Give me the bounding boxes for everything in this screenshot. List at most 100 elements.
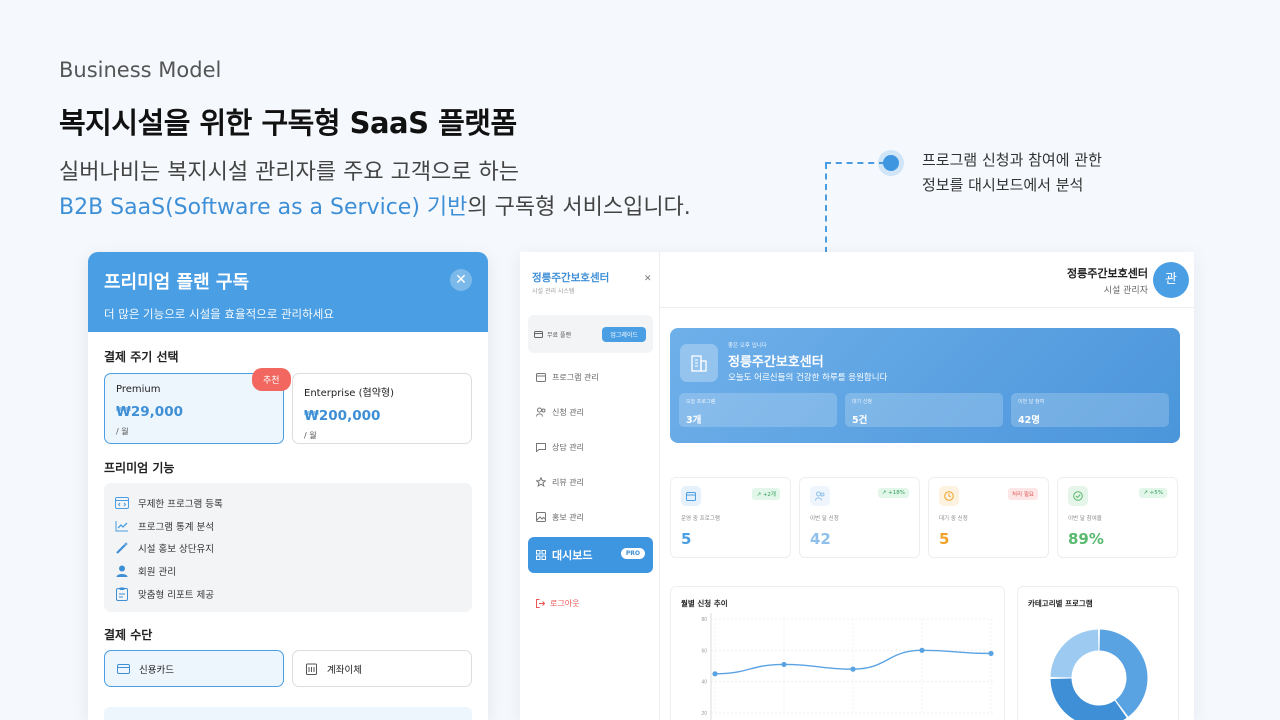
subtitle-rest: 의 구독형 서비스입니다. (467, 195, 691, 220)
kpi-change: +5% (1149, 490, 1163, 496)
banner-subtitle: 오늘도 어르신들의 건강한 하루를 응원합니다 (728, 373, 888, 383)
line-chart: 80 60 40 20 (701, 613, 994, 720)
trend-chart-icon (114, 518, 130, 534)
user-icon (114, 563, 130, 579)
topbar: 정릉주간보호센터 시설 관리자 관 (660, 252, 1194, 308)
sidebar-item-promotion[interactable]: 홍보 관리 (536, 507, 651, 527)
sidebar-plan-label: 무료 플랜 (547, 331, 571, 339)
upgrade-button[interactable]: 업그레이드 (602, 327, 646, 342)
kpi-change: +18% (888, 490, 905, 496)
kpi-change-badge: ↗ +2개 (752, 488, 780, 500)
sidebar-item-programs[interactable]: 프로그램 관리 (536, 367, 651, 387)
callout-line-2: 정보를 대시보드에서 분석 (922, 176, 1084, 194)
data-point[interactable] (850, 666, 856, 672)
banner-stat: 대기 신청 5건 (845, 393, 1003, 427)
modal-title: 프리미엄 플랜 구독 (104, 272, 250, 293)
kpi-card-pending[interactable]: 처리 필요 대기 중 신청 5 (928, 477, 1049, 558)
users-icon (536, 407, 546, 417)
plan-price: ₩200,000 (304, 408, 381, 424)
card-icon (534, 330, 543, 338)
callout-text: 프로그램 신청과 참여에 관한 정보를 대시보드에서 분석 (922, 148, 1102, 198)
credit-card-icon (117, 662, 131, 676)
banner-title: 정릉주간보호센터 (728, 355, 824, 370)
payment-card-option[interactable]: 신용카드 (104, 650, 284, 687)
sidebar-brand: 정릉주간보호센터 (532, 272, 610, 284)
calendar-icon (681, 486, 701, 506)
kpi-change-badge: ↗ +5% (1139, 488, 1167, 498)
stat-value: 5건 (852, 415, 868, 426)
callout-line-1: 프로그램 신청과 참여에 관한 (922, 151, 1102, 169)
feature-label: 무제한 프로그램 등록 (138, 499, 223, 511)
clipboard-icon (114, 586, 130, 602)
feature-label: 프로그램 통계 분석 (138, 521, 214, 533)
feature-label: 회원 관리 (138, 567, 176, 579)
kpi-change: +2개 (762, 492, 776, 498)
y-tick-label: 40 (701, 680, 707, 686)
feature-item: 맞춤형 리포트 제공 (114, 582, 462, 605)
star-icon (536, 477, 546, 487)
y-tick-label: 20 (701, 711, 707, 717)
banner-stat: 오늘 프로그램 3개 (679, 393, 837, 427)
callout-dot (883, 155, 899, 171)
features-section-title: 프리미엄 기능 (104, 461, 175, 475)
sidebar-item-applications[interactable]: 신청 관리 (536, 402, 651, 422)
greeting-text: 좋은 오후 입니다 (728, 343, 767, 349)
kpi-value: 42 (810, 530, 831, 548)
data-point[interactable] (712, 671, 718, 677)
monthly-applications-panel: 월별 신청 추이 80 60 40 20 (670, 586, 1005, 720)
data-point[interactable] (988, 650, 994, 657)
kpi-label: 이번 달 신청 (810, 516, 839, 522)
sidebar-item-consult[interactable]: 상담 관리 (536, 437, 651, 457)
plan-enterprise[interactable]: Enterprise (협약형) ₩200,000 / 월 (292, 373, 472, 444)
modal-description: 더 많은 기능으로 시설을 효율적으로 관리하세요 (104, 307, 334, 321)
eyebrow-label: Business Model (59, 58, 222, 82)
stat-label: 오늘 프로그램 (686, 399, 716, 405)
close-icon[interactable]: ✕ (450, 269, 472, 291)
data-point[interactable] (919, 647, 925, 653)
calendar-icon (536, 373, 546, 382)
donut-slice[interactable] (1050, 678, 1127, 720)
plan-name: Enterprise (협약형) (304, 388, 395, 399)
payment-bank-option[interactable]: 계좌이체 (292, 650, 472, 687)
logout-label: 로그아웃 (550, 599, 580, 608)
modal-header: 프리미엄 플랜 구독 더 많은 기능으로 시설을 효율적으로 관리하세요 ✕ (88, 252, 488, 332)
sidebar-item-dashboard[interactable]: 대시보드 PRO (528, 537, 653, 573)
donut-slice[interactable] (1099, 629, 1148, 717)
kpi-label: 대기 중 신청 (939, 516, 968, 522)
sidebar: 정릉주간보호센터 시설 관리 시스템 ✕ 무료 플랜 업그레이드 프로그램 관리… (520, 252, 660, 720)
kpi-card-applications[interactable]: ↗ +18% 이번 달 신청 42 (799, 477, 920, 558)
kpi-card-programs[interactable]: ↗ +2개 운영 중 프로그램 5 (670, 477, 791, 558)
stat-label: 이번 달 참여 (1018, 399, 1045, 405)
kpi-value: 5 (939, 530, 950, 548)
data-point[interactable] (781, 661, 787, 668)
kpi-card-participation[interactable]: ↗ +5% 이번 달 참여율 89% (1057, 477, 1178, 558)
payment-section-title: 결제 수단 (104, 628, 153, 642)
sidebar-brand-sub: 시설 관리 시스템 (532, 288, 575, 295)
sidebar-item-label: 대시보드 (552, 549, 593, 562)
y-tick-label: 80 (701, 617, 707, 623)
code-window-icon (114, 495, 130, 511)
plan-period: / 월 (304, 431, 317, 440)
feature-item: 프로그램 통계 분석 (114, 515, 462, 538)
recommend-badge: 추천 (252, 368, 291, 391)
feature-item: 회원 관리 (114, 560, 462, 583)
welcome-banner: 좋은 오후 입니다 정릉주간보호센터 오늘도 어르신들의 건강한 하루를 응원합… (670, 328, 1180, 443)
subscription-modal: 프리미엄 플랜 구독 더 많은 기능으로 시설을 효율적으로 관리하세요 ✕ 결… (88, 252, 488, 720)
y-tick-label: 60 (701, 648, 707, 654)
topbar-facility-name: 정릉주간보호센터 (1067, 267, 1148, 280)
logout-button[interactable]: 로그아웃 (536, 598, 579, 609)
donut-slice[interactable] (1050, 629, 1099, 678)
callout-connector-h (825, 162, 885, 164)
avatar[interactable]: 관 (1153, 262, 1189, 298)
kpi-change-badge: 처리 필요 (1008, 488, 1038, 500)
subtitle-line-1: 실버나비는 복지시설 관리자를 주요 고객으로 하는 (59, 160, 520, 185)
sidebar-item-reviews[interactable]: 리뷰 관리 (536, 472, 651, 492)
grid-icon (536, 550, 546, 560)
billing-section-title: 결제 주기 선택 (104, 350, 179, 364)
stat-value: 42명 (1018, 415, 1040, 426)
plan-period: / 월 (116, 427, 129, 436)
pro-badge: PRO (620, 548, 645, 559)
sidebar-close-icon[interactable]: ✕ (644, 274, 652, 284)
sidebar-item-label: 신청 관리 (552, 407, 584, 417)
magic-wand-icon (114, 540, 130, 556)
